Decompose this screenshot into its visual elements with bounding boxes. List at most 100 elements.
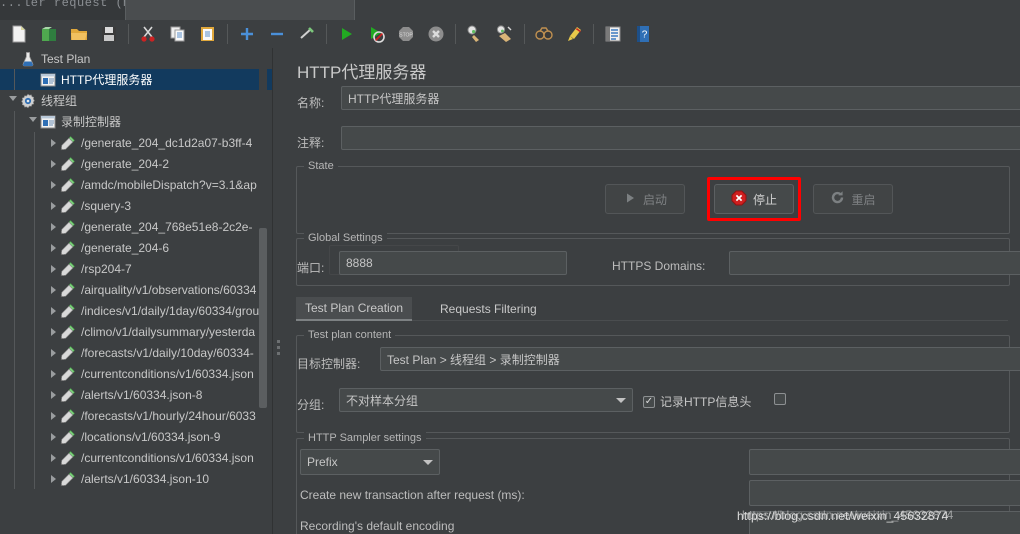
stop-button-highlight [707,177,801,221]
grouping-combo[interactable]: 不对样本分组 [339,388,633,412]
tree-node[interactable]: /forecasts/v1/daily/10day/60334- [0,342,272,363]
chevron-right-icon[interactable] [46,195,60,216]
prefix-input[interactable] [749,449,1020,475]
top-strip-right [353,0,1020,20]
tree-node[interactable]: /alerts/v1/60334.json-10 [0,468,272,489]
separator [524,24,525,44]
tree-twisty-placeholder [6,48,20,69]
tab-test-plan-creation[interactable]: Test Plan Creation [296,297,413,321]
stop-icon[interactable]: STOP [391,21,421,47]
tree-node[interactable]: /generate_204_768e51e8-2c2e- [0,216,272,237]
tree-node[interactable]: /alerts/v1/60334.json-8 [0,384,272,405]
tree-guide-line [34,237,35,258]
help-icon[interactable]: ? [628,21,658,47]
http-sampler-icon [60,198,76,214]
tree-node[interactable]: /climo/v1/dailysummary/yesterda [0,321,272,342]
tree-node[interactable]: /currentconditions/v1/60334.json [0,363,272,384]
port-input[interactable]: 8888 [339,251,567,275]
tree-node[interactable]: /generate_204_dc1d2a07-b3ff-4 [0,132,272,153]
grouping-combo-value: 不对样本分组 [346,393,419,408]
search-icon[interactable] [529,21,559,47]
tree-guide-line [14,342,15,363]
tree-node[interactable]: /rsp204-7 [0,258,272,279]
tree-node[interactable]: /amdc/mobileDispatch?v=3.1&ap [0,174,272,195]
tree-node[interactable]: /indices/v1/daily/1day/60334/grou [0,300,272,321]
toggle-icon[interactable] [292,21,322,47]
start-no-pauses-icon[interactable] [361,21,391,47]
chevron-right-icon[interactable] [46,384,60,405]
new-icon[interactable] [4,21,34,47]
chevron-right-icon[interactable] [46,174,60,195]
encoding-label: Recording's default encoding [300,519,455,533]
clear-all-icon[interactable] [490,21,520,47]
tree-scrollbar-thumb[interactable] [259,228,267,408]
test-plan-tree[interactable]: Test Plan HTTP代理服务器线程组 录制控制器/generate_204_… [0,48,272,534]
tree-guide-line [14,69,15,90]
target-controller-combo[interactable]: Test Plan > 线程组 > 录制控制器 [380,347,1020,371]
comment-input[interactable] [341,126,1020,150]
tree-node[interactable]: /generate_204-2 [0,153,272,174]
tree-node[interactable]: 录制控制器 [0,111,272,132]
tree-node-label: /currentconditions/v1/60334.json [81,366,254,381]
tree-node[interactable]: /airquality/v1/observations/60334 [0,279,272,300]
comment-label: 注释: [297,136,325,150]
paste-icon[interactable] [193,21,223,47]
http-sampler-icon [60,450,76,466]
extra-checkbox[interactable] [774,393,791,405]
start-icon[interactable] [331,21,361,47]
start-button[interactable]: 启动 [605,184,685,214]
chevron-right-icon[interactable] [46,153,60,174]
name-input[interactable]: HTTP代理服务器 [341,86,1020,110]
templates-icon[interactable] [34,21,64,47]
shutdown-icon[interactable] [421,21,451,47]
tree-node[interactable]: 线程组 [0,90,272,111]
reset-search-icon[interactable] [559,21,589,47]
chevron-right-icon[interactable] [46,237,60,258]
http-sampler-icon [60,324,76,340]
collapse-all-icon[interactable] [262,21,292,47]
tree-guide-line [34,279,35,300]
tree-node[interactable]: /squery-3 [0,195,272,216]
chevron-right-icon[interactable] [46,405,60,426]
chevron-right-icon[interactable] [46,258,60,279]
chevron-right-icon[interactable] [46,468,60,489]
cut-icon[interactable] [133,21,163,47]
open-icon[interactable] [64,21,94,47]
tree-guide-line [14,258,15,279]
chevron-right-icon[interactable] [46,279,60,300]
chevron-right-icon[interactable] [46,426,60,447]
tab-requests-filtering[interactable]: Requests Filtering [431,297,546,321]
save-icon[interactable] [94,21,124,47]
http-sampler-settings-group-title: HTTP Sampler settings [304,432,426,444]
expand-all-icon[interactable] [232,21,262,47]
chevron-right-icon[interactable] [46,363,60,384]
chevron-down-icon[interactable] [6,90,20,111]
tree-node[interactable]: Test Plan [0,48,272,69]
tree-node[interactable]: /currentconditions/v1/60334.json [0,447,272,468]
transaction-input[interactable] [749,480,1020,506]
function-helper-icon[interactable] [598,21,628,47]
https-domains-input[interactable] [729,251,1020,275]
clear-icon[interactable] [460,21,490,47]
copy-icon[interactable] [163,21,193,47]
tree-node-label: /generate_204-2 [81,156,170,171]
tree-node[interactable]: /generate_204-6 [0,237,272,258]
tree-guide-line [34,216,35,237]
chevron-right-icon[interactable] [46,300,60,321]
chevron-right-icon[interactable] [46,342,60,363]
chevron-right-icon[interactable] [46,216,60,237]
tree-node[interactable]: HTTP代理服务器 [0,69,272,90]
tree-node-label: HTTP代理服务器 [61,73,153,87]
prefix-mode-combo[interactable]: Prefix [300,449,440,475]
tree-guide-line [14,447,15,468]
restart-button[interactable]: 重启 [813,184,893,214]
chevron-right-icon[interactable] [46,447,60,468]
chevron-right-icon[interactable] [46,321,60,342]
http-sampler-icon [60,282,76,298]
chevron-right-icon[interactable] [46,132,60,153]
tree-node[interactable]: /locations/v1/60334.json-9 [0,426,272,447]
toolbar: STOP ? [0,20,1020,49]
tree-node[interactable]: /forecasts/v1/hourly/24hour/6033 [0,405,272,426]
capture-headers-checkbox[interactable]: ✓ 记录HTTP信息头 [643,393,751,410]
chevron-down-icon[interactable] [26,111,40,132]
